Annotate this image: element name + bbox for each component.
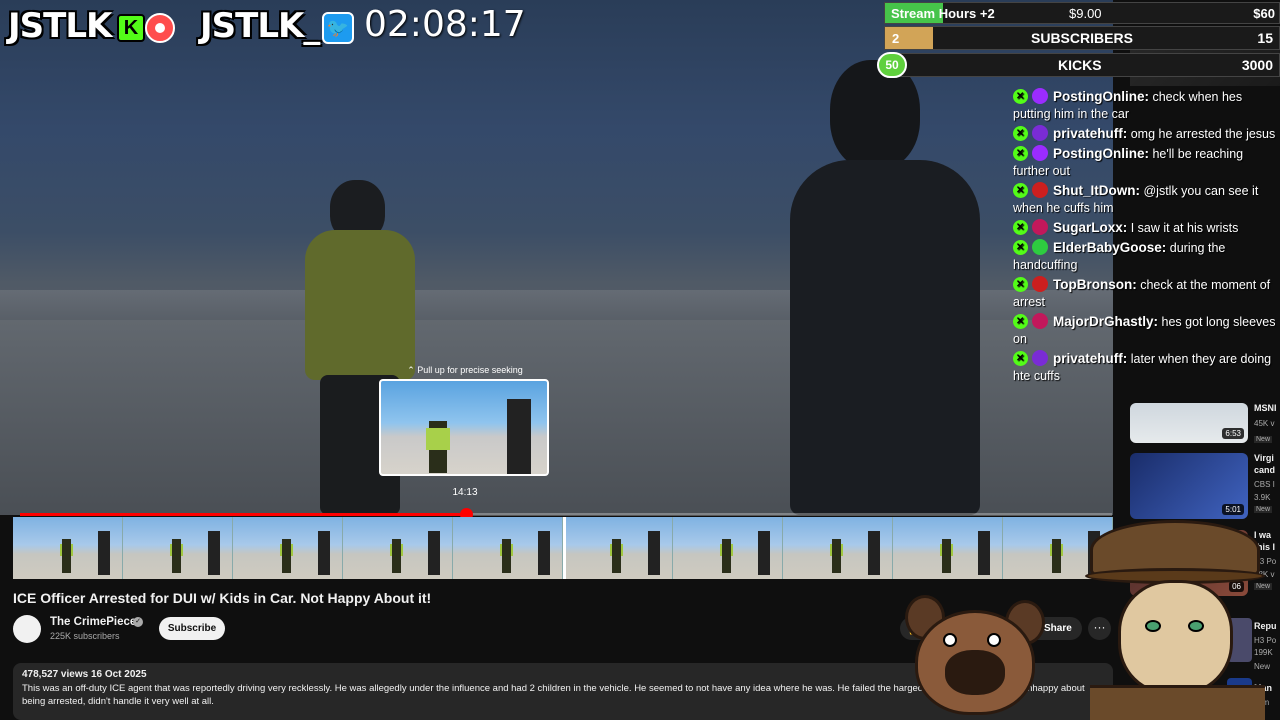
chat-message: privatehuff: omg he arrested the jesus xyxy=(1013,125,1280,143)
channel-avatar[interactable] xyxy=(13,615,41,643)
chat-text: I saw it at his wrists xyxy=(1127,221,1239,235)
detective-mascot-image xyxy=(1085,520,1265,720)
chat-message: ElderBabyGoose: during the handcuffing xyxy=(1013,239,1280,274)
verified-check-icon: ✓ xyxy=(133,617,143,627)
progress-played xyxy=(20,513,466,516)
user-avatar-icon xyxy=(1032,313,1048,329)
filmstrip-frame[interactable] xyxy=(783,517,893,579)
record-icon xyxy=(145,13,175,43)
related-thumbnail[interactable]: 6:53 xyxy=(1130,403,1248,443)
chat-username: privatehuff: xyxy=(1053,126,1128,141)
chat-overlay: PostingOnline: check when hes putting hi… xyxy=(1013,88,1280,387)
related-title[interactable]: MSNI xyxy=(1254,403,1280,414)
kicks-goal: 50 KICKS 3000 xyxy=(877,52,1280,78)
seek-preview-time: 14:13 xyxy=(452,487,478,498)
user-avatar-icon xyxy=(1032,88,1048,104)
related-views: 3.9K xyxy=(1254,493,1271,502)
stream-screen: JSTLK K JSTLK_ 🐦 02:08:17 Stream Hours +… xyxy=(0,0,1280,720)
video-title: ICE Officer Arrested for DUI w/ Kids in … xyxy=(13,590,432,606)
filmstrip-frame[interactable] xyxy=(563,517,673,579)
filmstrip-frame[interactable] xyxy=(453,517,563,579)
stream-hours-label: Stream Hours +2 xyxy=(891,6,995,21)
subscriber-count: 225K subscribers xyxy=(50,631,120,641)
user-avatar-icon xyxy=(1032,350,1048,366)
filmstrip-frame[interactable] xyxy=(673,517,783,579)
video-player[interactable] xyxy=(0,0,1113,515)
share-label: Share xyxy=(1044,623,1072,634)
user-avatar-icon xyxy=(1032,125,1048,141)
chat-text: later when they are doing hte cuffs xyxy=(1013,352,1272,383)
chat-username: MajorDrGhastly: xyxy=(1053,314,1159,329)
new-badge: New xyxy=(1254,506,1273,513)
related-channel: CBS I xyxy=(1254,480,1275,489)
kick-badge-icon xyxy=(1013,351,1028,366)
chat-text: check at the moment of arrest xyxy=(1013,278,1271,309)
video-duration: 6:53 xyxy=(1222,428,1244,439)
filmstrip-frame[interactable] xyxy=(13,517,123,579)
kick-badge-icon xyxy=(1013,183,1028,198)
kick-badge-icon xyxy=(1013,126,1028,141)
chat-username: PostingOnline: xyxy=(1053,146,1149,161)
chat-message: privatehuff: later when they are doing h… xyxy=(1013,350,1280,385)
seek-hint: ⌃ Pull up for precise seeking xyxy=(407,365,523,375)
filmstrip-frame[interactable] xyxy=(893,517,1003,579)
user-avatar-icon xyxy=(1032,219,1048,235)
kick-brand-name: JSTLK xyxy=(8,6,112,46)
user-avatar-icon xyxy=(1032,239,1048,255)
kicks-count: 50 xyxy=(877,52,907,78)
user-avatar-icon xyxy=(1032,276,1048,292)
chat-username: ElderBabyGoose: xyxy=(1053,240,1167,255)
related-views: 45K v xyxy=(1254,419,1275,428)
related-thumbnail[interactable]: 5:01 xyxy=(1130,453,1248,519)
chat-message: Shut_ItDown: @jstlk you can see it when … xyxy=(1013,182,1280,217)
kick-badge-icon xyxy=(1013,314,1028,329)
seek-preview-thumbnail xyxy=(379,379,549,476)
chat-username: privatehuff: xyxy=(1053,351,1128,366)
chat-username: TopBronson: xyxy=(1053,277,1137,292)
chat-message: PostingOnline: he'll be reaching further… xyxy=(1013,145,1280,180)
filmstrip-marker xyxy=(563,517,566,579)
stream-hours-target: $60 xyxy=(1253,6,1275,21)
kicks-target: 3000 xyxy=(1241,57,1273,73)
stream-hours-goal: Stream Hours +2 $9.00 $60 xyxy=(884,2,1280,24)
subscribe-button[interactable]: Subscribe xyxy=(159,617,225,640)
subscribers-label: SUBSCRIBERS xyxy=(1031,30,1133,46)
kick-badge-icon xyxy=(1013,146,1028,161)
kick-logo-icon: K xyxy=(117,14,145,42)
new-badge: New xyxy=(1254,436,1273,443)
filmstrip-frame[interactable] xyxy=(343,517,453,579)
twitter-bird-icon: 🐦 xyxy=(322,12,354,44)
chat-message: PostingOnline: check when hes putting hi… xyxy=(1013,88,1280,123)
chat-username: Shut_ItDown: xyxy=(1053,183,1140,198)
stream-hours-amount: $9.00 xyxy=(1069,6,1102,21)
kick-badge-icon xyxy=(1013,220,1028,235)
subscribers-target: 15 xyxy=(1257,30,1273,46)
related-title-line2[interactable]: cand xyxy=(1254,465,1280,476)
stream-timer: 02:08:17 xyxy=(364,4,526,45)
chat-username: PostingOnline: xyxy=(1053,89,1149,104)
chat-message: MajorDrGhastly: hes got long sleeves on xyxy=(1013,313,1280,348)
progress-bar[interactable] xyxy=(20,508,1112,521)
kick-badge-icon xyxy=(1013,89,1028,104)
kick-badge-icon xyxy=(1013,240,1028,255)
chat-message: SugarLoxx: I saw it at his wrists xyxy=(1013,219,1280,237)
video-suspect-figure xyxy=(790,60,990,515)
kicks-label: KICKS xyxy=(1058,57,1102,73)
video-duration: 5:01 xyxy=(1222,504,1244,515)
chat-text: omg he arrested the jesus xyxy=(1127,127,1276,141)
chat-message: TopBronson: check at the moment of arres… xyxy=(1013,276,1280,311)
related-title[interactable]: Virgi xyxy=(1254,453,1280,464)
twitter-brand-name: JSTLK_ xyxy=(200,6,320,46)
channel-name[interactable]: The CrimePiece xyxy=(50,616,136,628)
user-avatar-icon xyxy=(1032,182,1048,198)
filmstrip-frame[interactable] xyxy=(233,517,343,579)
filmstrip-frame[interactable] xyxy=(123,517,233,579)
chat-username: SugarLoxx: xyxy=(1053,220,1128,235)
user-avatar-icon xyxy=(1032,145,1048,161)
subscribers-count: 2 xyxy=(892,31,900,46)
dog-mascot-image xyxy=(905,595,1045,720)
kick-badge-icon xyxy=(1013,277,1028,292)
subscribers-goal: 2 SUBSCRIBERS 15 xyxy=(884,26,1280,50)
